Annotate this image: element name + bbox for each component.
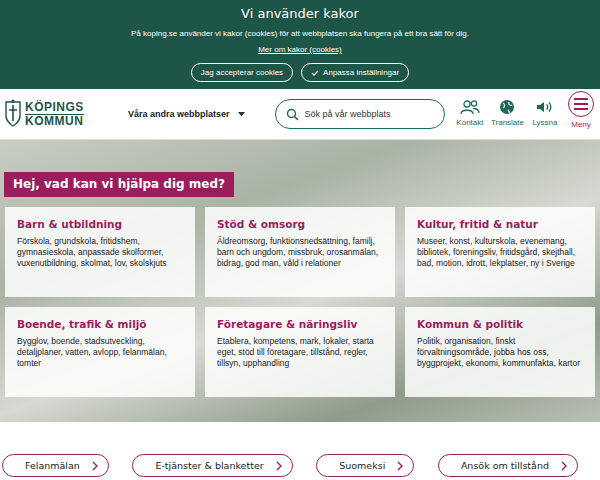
quick-link-button[interactable]: Suomeksi [316, 454, 414, 477]
globe-icon [499, 99, 515, 115]
tool-button[interactable]: Lyssna [530, 99, 560, 129]
card-description: Bygglov, boende, stadsutveckling, detalj… [17, 336, 183, 369]
card-description: Äldreomsorg, funktionsnedsättning, famil… [217, 236, 383, 269]
other-sites-dropdown[interactable]: Våra andra webbplatser [128, 109, 245, 119]
category-card[interactable]: Företagare & näringsliv Etablera, kompet… [205, 307, 395, 397]
tool-button[interactable]: Translate [491, 99, 524, 129]
card-description: Museer, konst, kulturskola, evenemang, b… [417, 236, 583, 269]
hero-heading: Hej, vad kan vi hjälpa dig med? [4, 172, 234, 197]
tool-button[interactable]: Kontakt [455, 99, 485, 129]
card-description: Etablera, kompetens, mark, lokaler, star… [217, 336, 383, 369]
card-description: Politik, organisation, finskt förvaltnin… [417, 336, 583, 369]
search-icon [286, 108, 299, 121]
hero: Hej, vad kan vi hjälpa dig med? Barn & u… [0, 140, 600, 422]
card-title: Barn & utbildning [17, 218, 183, 230]
category-card[interactable]: Kommun & politik Politik, organisation, … [405, 307, 595, 397]
cookie-banner: Vi använder kakor På koping.se använder … [0, 0, 600, 89]
chevron-right-icon [276, 461, 282, 471]
chevron-right-icon [561, 461, 567, 471]
category-grid: Barn & utbildning Förskola, grundskola, … [5, 207, 595, 397]
card-description: Förskola, grundskola, fritidshem, gymnas… [17, 236, 183, 269]
check-icon [311, 69, 319, 77]
quick-links: Felanmälan E-tjänster & blanketter Suome… [0, 422, 600, 477]
card-title: Boende, trafik & miljö [17, 318, 183, 330]
cookie-link[interactable]: Mer om kakor (cookies) [258, 43, 342, 57]
category-card[interactable]: Barn & utbildning Förskola, grundskola, … [5, 207, 195, 297]
chevron-right-icon [92, 461, 98, 471]
site-header: KÖPINGSKOMMUN Våra andra webbplatser Sök… [0, 89, 600, 140]
cookie-title: Vi använder kakor [241, 5, 359, 23]
speaker-icon [536, 99, 554, 115]
cookie-buttons: Jag accepterar cookies Anpassa inställni… [191, 63, 409, 82]
tool-button[interactable]: Meny [566, 99, 596, 129]
chevron-right-icon [397, 461, 403, 471]
crest-icon [4, 99, 22, 129]
header-tools: Kontakt Translate Lyssna Meny [455, 99, 596, 129]
logo-text: KÖPINGSKOMMUN [25, 101, 84, 128]
category-card[interactable]: Kultur, fritid & natur Museer, konst, ku… [405, 207, 595, 297]
caret-down-icon [238, 112, 245, 117]
cookie-button[interactable]: Jag accepterar cookies [191, 63, 293, 82]
quick-link-button[interactable]: Felanmälan [2, 454, 109, 477]
category-card[interactable]: Boende, trafik & miljö Bygglov, boende, … [5, 307, 195, 397]
quick-link-button[interactable]: E-tjänster & blanketter [132, 454, 292, 477]
card-title: Företagare & näringsliv [217, 318, 383, 330]
quick-link-button[interactable]: Ansök om tillstånd [438, 454, 578, 477]
category-card[interactable]: Stöd & omsorg Äldreomsorg, funktionsneds… [205, 207, 395, 297]
cookie-text: På koping.se använder vi kakor (cookies)… [131, 27, 469, 41]
card-title: Kommun & politik [417, 318, 583, 330]
card-title: Stöd & omsorg [217, 218, 383, 230]
people-icon [459, 99, 481, 115]
card-title: Kultur, fritid & natur [417, 218, 583, 230]
logo[interactable]: KÖPINGSKOMMUN [4, 99, 112, 129]
page: Vi använder kakor På koping.se använder … [0, 0, 600, 480]
menu-icon [568, 91, 594, 117]
search-field[interactable]: Sök på vår webbplats [275, 99, 445, 129]
cookie-button[interactable]: Anpassa inställningar [301, 63, 409, 82]
